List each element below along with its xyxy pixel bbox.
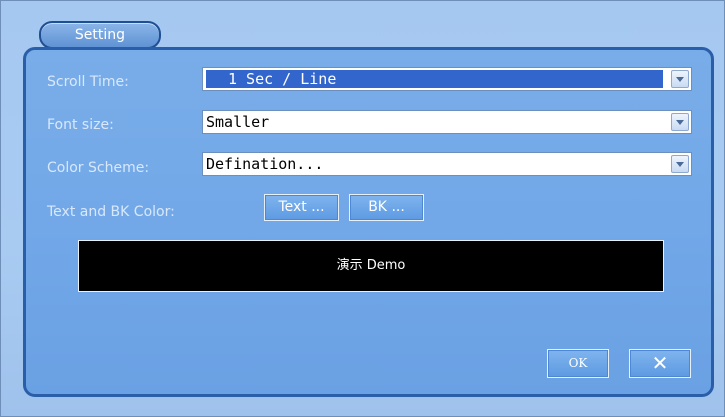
close-icon: ✕	[651, 351, 669, 375]
chevron-down-icon[interactable]	[671, 70, 689, 88]
font-size-label: Font size:	[47, 117, 114, 133]
preview-box: 演示 Demo	[78, 240, 664, 292]
window-title: Setting	[39, 21, 161, 49]
text-bk-color-label: Text and BK Color:	[47, 204, 175, 220]
settings-window: Setting Scroll Time: 1 Sec / Line Font s…	[0, 0, 725, 417]
color-scheme-value: Defination...	[206, 155, 324, 173]
bk-color-button[interactable]: BK ...	[349, 194, 424, 221]
chevron-down-icon[interactable]	[671, 155, 689, 173]
chevron-down-icon[interactable]	[671, 113, 689, 131]
scroll-time-label: Scroll Time:	[47, 74, 129, 90]
font-size-value: Smaller	[206, 113, 270, 131]
ok-button[interactable]: OK	[547, 349, 609, 378]
font-size-select[interactable]: Smaller	[202, 110, 692, 134]
scroll-time-select[interactable]: 1 Sec / Line	[202, 67, 692, 91]
settings-panel	[23, 47, 714, 397]
color-scheme-label: Color Scheme:	[47, 160, 150, 176]
close-button[interactable]: ✕	[629, 349, 691, 378]
color-scheme-select[interactable]: Defination...	[202, 152, 692, 176]
scroll-time-value: 1 Sec / Line	[206, 70, 663, 88]
text-color-button[interactable]: Text ...	[264, 194, 339, 221]
